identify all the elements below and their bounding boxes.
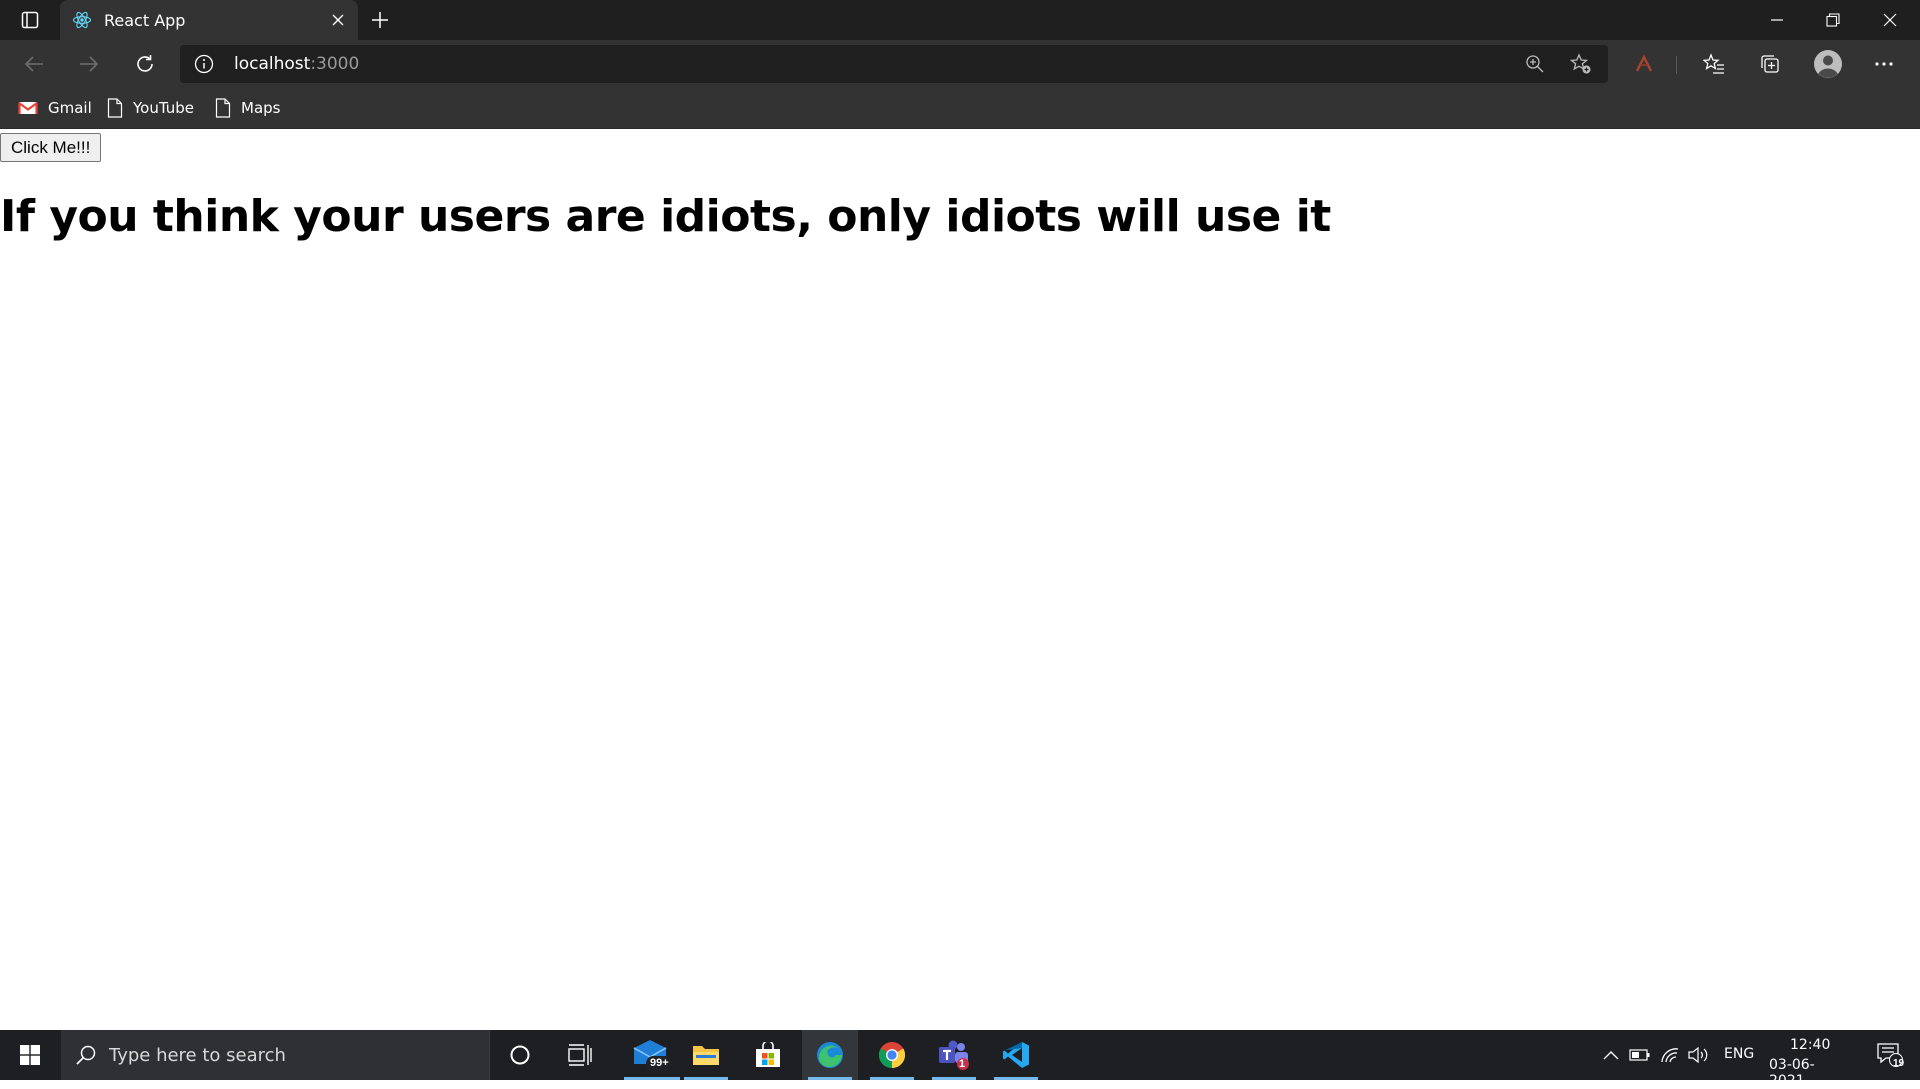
tab-close-button[interactable] <box>328 10 348 30</box>
zoom-in-icon <box>1526 55 1544 73</box>
windows-logo-icon <box>20 1045 40 1065</box>
battery-button[interactable] <box>1628 1044 1652 1066</box>
windows-taskbar: Type here to search 99+ 1 ENG 12:40 03-0… <box>0 1030 1920 1089</box>
edge-icon <box>817 1042 843 1068</box>
clock[interactable]: 12:40 03-06-2021 <box>1766 1034 1848 1089</box>
close-window-button[interactable] <box>1862 0 1918 40</box>
vscode-icon <box>1003 1042 1029 1068</box>
restore-button[interactable] <box>1805 0 1861 40</box>
battery-icon <box>1629 1049 1650 1061</box>
tab-actions-icon <box>21 11 39 29</box>
extension-icon <box>1635 54 1653 72</box>
info-icon[interactable] <box>194 54 214 74</box>
bookmark-youtube[interactable]: YouTube <box>107 95 194 121</box>
more-horizontal-icon <box>1875 62 1893 66</box>
cortana-icon <box>510 1045 530 1065</box>
url-port: :3000 <box>310 54 360 74</box>
url-host: localhost <box>234 54 311 74</box>
gmail-icon <box>18 102 38 114</box>
url-text[interactable]: localhost:3000 <box>234 54 359 74</box>
browser-tab-active[interactable]: React App <box>60 0 358 40</box>
taskbar-mail-app[interactable]: 99+ <box>618 1030 686 1080</box>
chrome-icon <box>878 1042 906 1069</box>
zoom-button[interactable] <box>1520 49 1550 79</box>
bookmark-label: Gmail <box>48 99 92 117</box>
search-placeholder: Type here to search <box>109 1045 286 1066</box>
avatar-icon <box>1814 50 1842 78</box>
clock-time: 12:40 <box>1790 1037 1831 1053</box>
refresh-button[interactable] <box>127 48 163 80</box>
chevron-up-icon <box>1603 1051 1619 1060</box>
arrow-right-icon <box>80 56 99 72</box>
toolbar-divider <box>1676 56 1677 74</box>
taskbar-vscode[interactable] <box>988 1030 1044 1080</box>
task-view-button[interactable] <box>552 1030 608 1080</box>
notification-count-badge: 19 <box>1893 1058 1905 1069</box>
minimize-button[interactable] <box>1749 0 1805 40</box>
action-center-button[interactable]: 19 <box>1860 1030 1920 1080</box>
clock-date: 03-06-2021 <box>1769 1057 1815 1089</box>
star-add-icon <box>1570 53 1591 74</box>
bookmark-label: YouTube <box>133 99 194 117</box>
taskbar-microsoft-store[interactable] <box>740 1030 796 1080</box>
wifi-icon <box>1661 1048 1679 1063</box>
browser-title-bar: React App <box>0 0 1920 40</box>
speaker-icon <box>1688 1046 1708 1064</box>
page-icon <box>215 98 231 118</box>
collections-icon <box>1761 55 1779 73</box>
teams-notification-badge: 1 <box>959 1058 966 1070</box>
favorites-button[interactable] <box>1696 48 1732 80</box>
page-heading: If you think your users are idiots, only… <box>0 191 1331 242</box>
refresh-icon <box>137 55 153 72</box>
cortana-button[interactable] <box>492 1030 548 1080</box>
react-logo-icon <box>72 11 92 29</box>
arrow-left-icon <box>24 56 43 72</box>
input-language[interactable]: ENG <box>1724 1046 1754 1062</box>
show-hidden-icons-button[interactable] <box>1599 1044 1623 1066</box>
add-favorite-button[interactable] <box>1566 49 1596 79</box>
close-window-icon <box>1883 13 1897 27</box>
taskbar-chrome[interactable] <box>864 1030 920 1080</box>
forward-button[interactable] <box>71 48 107 80</box>
collections-button[interactable] <box>1752 48 1788 80</box>
task-view-icon <box>568 1044 592 1066</box>
network-button[interactable] <box>1658 1044 1682 1066</box>
start-button[interactable] <box>0 1030 60 1080</box>
click-me-button[interactable]: Click Me!!! <box>0 133 102 162</box>
favorites-icon <box>1703 53 1724 74</box>
page-viewport: Click Me!!! If you think your users are … <box>0 129 1920 1030</box>
tab-actions-button[interactable] <box>12 6 48 34</box>
back-button[interactable] <box>16 48 52 80</box>
search-icon <box>76 1045 96 1065</box>
taskbar-teams[interactable]: 1 <box>926 1030 982 1080</box>
close-icon <box>332 14 344 26</box>
mail-unread-badge: 99+ <box>650 1057 669 1069</box>
bookmark-label: Maps <box>241 99 281 117</box>
minimize-icon <box>1771 19 1783 21</box>
bookmarks-bar: Gmail YouTube Maps <box>0 88 1920 129</box>
taskbar-file-explorer[interactable] <box>678 1030 734 1080</box>
browser-toolbar: localhost:3000 <box>0 40 1920 88</box>
new-tab-button[interactable] <box>366 6 394 34</box>
page-icon <box>107 98 123 118</box>
taskbar-edge-browser[interactable] <box>802 1030 858 1080</box>
folder-icon <box>693 1046 719 1065</box>
extension-button[interactable] <box>1626 48 1662 80</box>
restore-icon <box>1826 13 1840 27</box>
tab-title: React App <box>104 11 186 30</box>
profile-button[interactable] <box>1810 48 1846 80</box>
volume-button[interactable] <box>1686 1044 1710 1066</box>
bookmark-gmail[interactable]: Gmail <box>18 95 92 121</box>
settings-more-button[interactable] <box>1866 48 1902 80</box>
teams-icon <box>939 1040 969 1070</box>
plus-icon <box>372 12 388 28</box>
taskbar-search-box[interactable]: Type here to search <box>61 1030 490 1080</box>
store-icon <box>756 1042 780 1067</box>
address-bar[interactable]: localhost:3000 <box>180 45 1608 83</box>
bookmark-maps[interactable]: Maps <box>215 95 280 121</box>
